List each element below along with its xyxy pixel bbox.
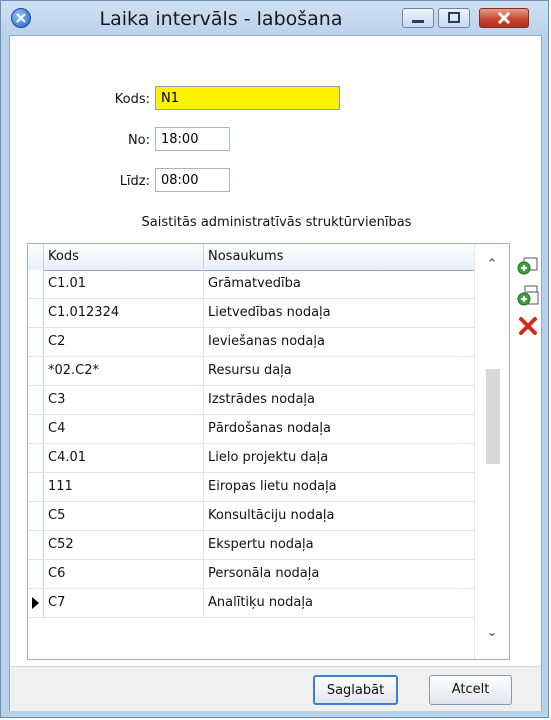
row-header[interactable] <box>28 386 44 414</box>
table-row[interactable]: C1.012324 Lietvedības nodaļa <box>28 299 474 328</box>
lidz-label: Līdz: <box>119 174 150 189</box>
vertical-scrollbar[interactable]: ⌃ ⌄ <box>474 244 509 659</box>
cell-nosaukums[interactable]: Ekspertu nodaļa <box>204 531 474 559</box>
table-row[interactable]: C6 Personāla nodaļa <box>28 560 474 589</box>
add-copy-icon[interactable] <box>516 284 540 308</box>
grid-header: Kods Nosaukums <box>28 244 474 271</box>
table-row[interactable]: C3 Izstrādes nodaļa <box>28 386 474 415</box>
row-header[interactable] <box>28 531 44 559</box>
cell-kods[interactable]: C2 <box>44 328 204 356</box>
minimize-icon <box>412 20 424 23</box>
dialog-footer: Saglabāt Atcelt <box>10 666 541 711</box>
cell-kods[interactable]: C4.01 <box>44 444 204 472</box>
cell-kods[interactable]: C7 <box>44 589 204 617</box>
no-field[interactable] <box>155 127 230 151</box>
table-row[interactable]: C4 Pārdošanas nodaļa <box>28 415 474 444</box>
maximize-icon <box>448 12 460 23</box>
no-label: No: <box>127 133 150 148</box>
current-row-indicator-icon[interactable] <box>28 589 44 617</box>
column-header-nosaukums[interactable]: Nosaukums <box>204 244 474 269</box>
cell-kods[interactable]: C6 <box>44 560 204 588</box>
column-header-kods[interactable]: Kods <box>44 244 204 269</box>
row-header[interactable] <box>28 299 44 327</box>
cell-nosaukums[interactable]: Konsultāciju nodaļa <box>204 502 474 530</box>
cell-kods[interactable]: C1.012324 <box>44 299 204 327</box>
delete-icon[interactable] <box>516 314 540 338</box>
dialog-window: Laika intervāls - labošana Kods: No: Līd… <box>0 0 549 718</box>
row-header[interactable] <box>28 328 44 356</box>
row-header[interactable] <box>28 357 44 385</box>
kods-label: Kods: <box>114 92 150 107</box>
table-row[interactable]: C2 Ieviešanas nodaļa <box>28 328 474 357</box>
title-bar[interactable]: Laika intervāls - labošana <box>1 1 550 35</box>
table-row[interactable]: C4.01 Lielo projektu daļa <box>28 444 474 473</box>
add-icon[interactable] <box>516 254 540 278</box>
lidz-field[interactable] <box>155 168 230 192</box>
table-row[interactable]: C1.01 Grāmatvedība <box>28 270 474 299</box>
cell-nosaukums[interactable]: Eiropas lietu nodaļa <box>204 473 474 501</box>
row-header[interactable] <box>28 415 44 443</box>
maximize-button[interactable] <box>438 8 470 28</box>
row-header[interactable] <box>28 502 44 530</box>
scroll-thumb[interactable] <box>486 369 500 464</box>
units-grid[interactable]: Kods Nosaukums C1.01 Grāmatvedība C1.01232… <box>27 243 510 660</box>
cell-nosaukums[interactable]: Resursu daļa <box>204 357 474 385</box>
row-header-corner <box>28 244 44 269</box>
cell-nosaukums[interactable]: Grāmatvedība <box>204 270 474 298</box>
close-button[interactable] <box>479 8 529 28</box>
cell-kods[interactable]: C5 <box>44 502 204 530</box>
cell-kods[interactable]: 111 <box>44 473 204 501</box>
cell-kods[interactable]: C3 <box>44 386 204 414</box>
save-button[interactable]: Saglabāt <box>313 675 398 705</box>
cancel-button[interactable]: Atcelt <box>429 675 512 705</box>
window-title: Laika intervāls - labošana <box>99 8 343 30</box>
close-icon <box>497 11 511 25</box>
cell-nosaukums[interactable]: Personāla nodaļa <box>204 560 474 588</box>
cell-kods[interactable]: *02.C2* <box>44 357 204 385</box>
scroll-up-icon[interactable]: ⌃ <box>485 258 499 272</box>
table-row[interactable]: C7 Analītiķu nodaļa <box>28 589 474 618</box>
cell-nosaukums[interactable]: Analītiķu nodaļa <box>204 589 474 617</box>
table-row[interactable]: C5 Konsultāciju nodaļa <box>28 502 474 531</box>
table-row[interactable]: *02.C2* Resursu daļa <box>28 357 474 386</box>
table-row[interactable]: C52 Ekspertu nodaļa <box>28 531 474 560</box>
dialog-body: Kods: No: Līdz: Saistitās administratīvā… <box>9 35 542 711</box>
cell-kods[interactable]: C1.01 <box>44 270 204 298</box>
cell-nosaukums[interactable]: Lielo projektu daļa <box>204 444 474 472</box>
scroll-down-icon[interactable]: ⌄ <box>485 626 499 640</box>
row-header[interactable] <box>28 270 44 298</box>
cell-nosaukums[interactable]: Pārdošanas nodaļa <box>204 415 474 443</box>
section-title: Saistitās administratīvās struktūrvienīb… <box>141 215 412 230</box>
cell-kods[interactable]: C52 <box>44 531 204 559</box>
minimize-button[interactable] <box>402 8 434 28</box>
cell-nosaukums[interactable]: Lietvedības nodaļa <box>204 299 474 327</box>
row-header[interactable] <box>28 560 44 588</box>
row-header[interactable] <box>28 473 44 501</box>
cell-nosaukums[interactable]: Izstrādes nodaļa <box>204 386 474 414</box>
cell-kods[interactable]: C4 <box>44 415 204 443</box>
kods-field[interactable] <box>155 86 340 110</box>
cell-nosaukums[interactable]: Ieviešanas nodaļa <box>204 328 474 356</box>
table-row[interactable]: 111 Eiropas lietu nodaļa <box>28 473 474 502</box>
row-header[interactable] <box>28 444 44 472</box>
